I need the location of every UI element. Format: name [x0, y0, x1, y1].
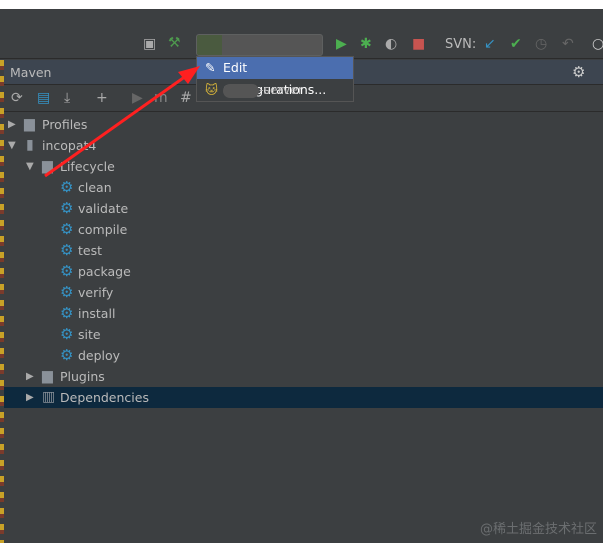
- download-icon[interactable]: ⤓: [64, 90, 70, 106]
- reload-icon[interactable]: ⟳: [11, 90, 23, 106]
- maven-module-icon: ▮: [26, 137, 34, 153]
- tree-item-goal-compile[interactable]: ⚙ compile: [4, 219, 603, 240]
- run-config-dropdown: ✎ Edit Configurations... 🐱 -server: [196, 56, 354, 102]
- svn-update-icon[interactable]: ↙: [484, 36, 496, 52]
- gear-icon: ⚙: [60, 178, 74, 196]
- run-configuration-combo[interactable]: [196, 34, 323, 56]
- maven-goal-icon[interactable]: m: [154, 90, 168, 106]
- build-hammer-icon[interactable]: ⚒: [168, 35, 181, 51]
- gear-icon: ⚙: [60, 262, 74, 280]
- tree-item-goal-install[interactable]: ⚙ install: [4, 303, 603, 324]
- tree-item-goal-site[interactable]: ⚙ site: [4, 324, 603, 345]
- toggle-offline-icon[interactable]: #: [180, 90, 192, 106]
- panel-title: Maven: [10, 65, 52, 80]
- tree-item-goal-test[interactable]: ⚙ test: [4, 240, 603, 261]
- watermark: @稀土掘金技术社区: [479, 522, 597, 537]
- dependencies-icon: ▥: [42, 389, 56, 405]
- expand-arrow-icon[interactable]: ▶: [26, 387, 34, 408]
- search-icon[interactable]: ○: [592, 36, 603, 52]
- tree-item-goal-deploy[interactable]: ⚙ deploy: [4, 345, 603, 366]
- expand-arrow-icon[interactable]: ▶: [26, 366, 34, 387]
- revert-icon[interactable]: ↶: [562, 36, 574, 52]
- pencil-icon: ✎: [205, 60, 216, 75]
- gear-icon: ⚙: [60, 325, 74, 343]
- tree-item-lifecycle[interactable]: ▼ ▆ Lifecycle: [4, 156, 603, 177]
- gear-icon: ⚙: [60, 346, 74, 364]
- server-config-item[interactable]: 🐱 -server: [197, 79, 353, 101]
- gear-icon: ⚙: [60, 241, 74, 259]
- tree-item-goal-verify[interactable]: ⚙ verify: [4, 282, 603, 303]
- gear-icon: ⚙: [60, 283, 74, 301]
- folder-icon: ▆: [42, 368, 53, 384]
- debug-icon[interactable]: ✱: [360, 36, 372, 52]
- collapse-arrow-icon[interactable]: ▼: [26, 156, 34, 177]
- gear-icon[interactable]: ⚙: [572, 63, 585, 81]
- gear-icon: ⚙: [60, 220, 74, 238]
- gear-icon: ⚙: [60, 199, 74, 217]
- collapse-arrow-icon[interactable]: ▼: [8, 135, 16, 156]
- tree-item-goal-clean[interactable]: ⚙ clean: [4, 177, 603, 198]
- run-icon[interactable]: ▶: [336, 36, 347, 52]
- svn-commit-icon[interactable]: ✔: [510, 36, 522, 52]
- tree-item-plugins[interactable]: ▶ ▆ Plugins: [4, 366, 603, 387]
- tree-item-goal-validate[interactable]: ⚙ validate: [4, 198, 603, 219]
- tree-item-profiles[interactable]: ▶ ▆ Profiles: [4, 114, 603, 135]
- expand-arrow-icon[interactable]: ▶: [8, 114, 16, 135]
- history-icon[interactable]: ◷: [535, 36, 547, 52]
- terminal-icon[interactable]: ▣: [143, 36, 156, 52]
- add-icon[interactable]: +: [96, 90, 108, 106]
- tomcat-icon: 🐱: [205, 82, 219, 97]
- edit-configurations-item[interactable]: ✎ Edit Configurations...: [197, 57, 353, 97]
- tree-item-dependencies[interactable]: ▶ ▥ Dependencies: [4, 387, 603, 408]
- folder-icon: ▆: [24, 116, 35, 132]
- folder-icon: ▆: [42, 158, 53, 174]
- tree-item-goal-package[interactable]: ⚙ package: [4, 261, 603, 282]
- run-goal-icon[interactable]: ▶: [132, 90, 143, 106]
- tree-item-project[interactable]: ▼ ▮ incopat4: [4, 135, 603, 156]
- reimport-folder-icon[interactable]: ▤: [37, 90, 50, 106]
- top-strip: [0, 0, 603, 9]
- gear-icon: ⚙: [60, 304, 74, 322]
- stop-icon[interactable]: ■: [412, 36, 425, 52]
- main-toolbar: ▣ ⚒ ▶ ✱ ◐ ■ SVN: ↙ ✔ ◷ ↶ ○: [0, 9, 603, 59]
- svn-label: SVN:: [445, 37, 477, 52]
- coverage-icon[interactable]: ◐: [385, 36, 397, 52]
